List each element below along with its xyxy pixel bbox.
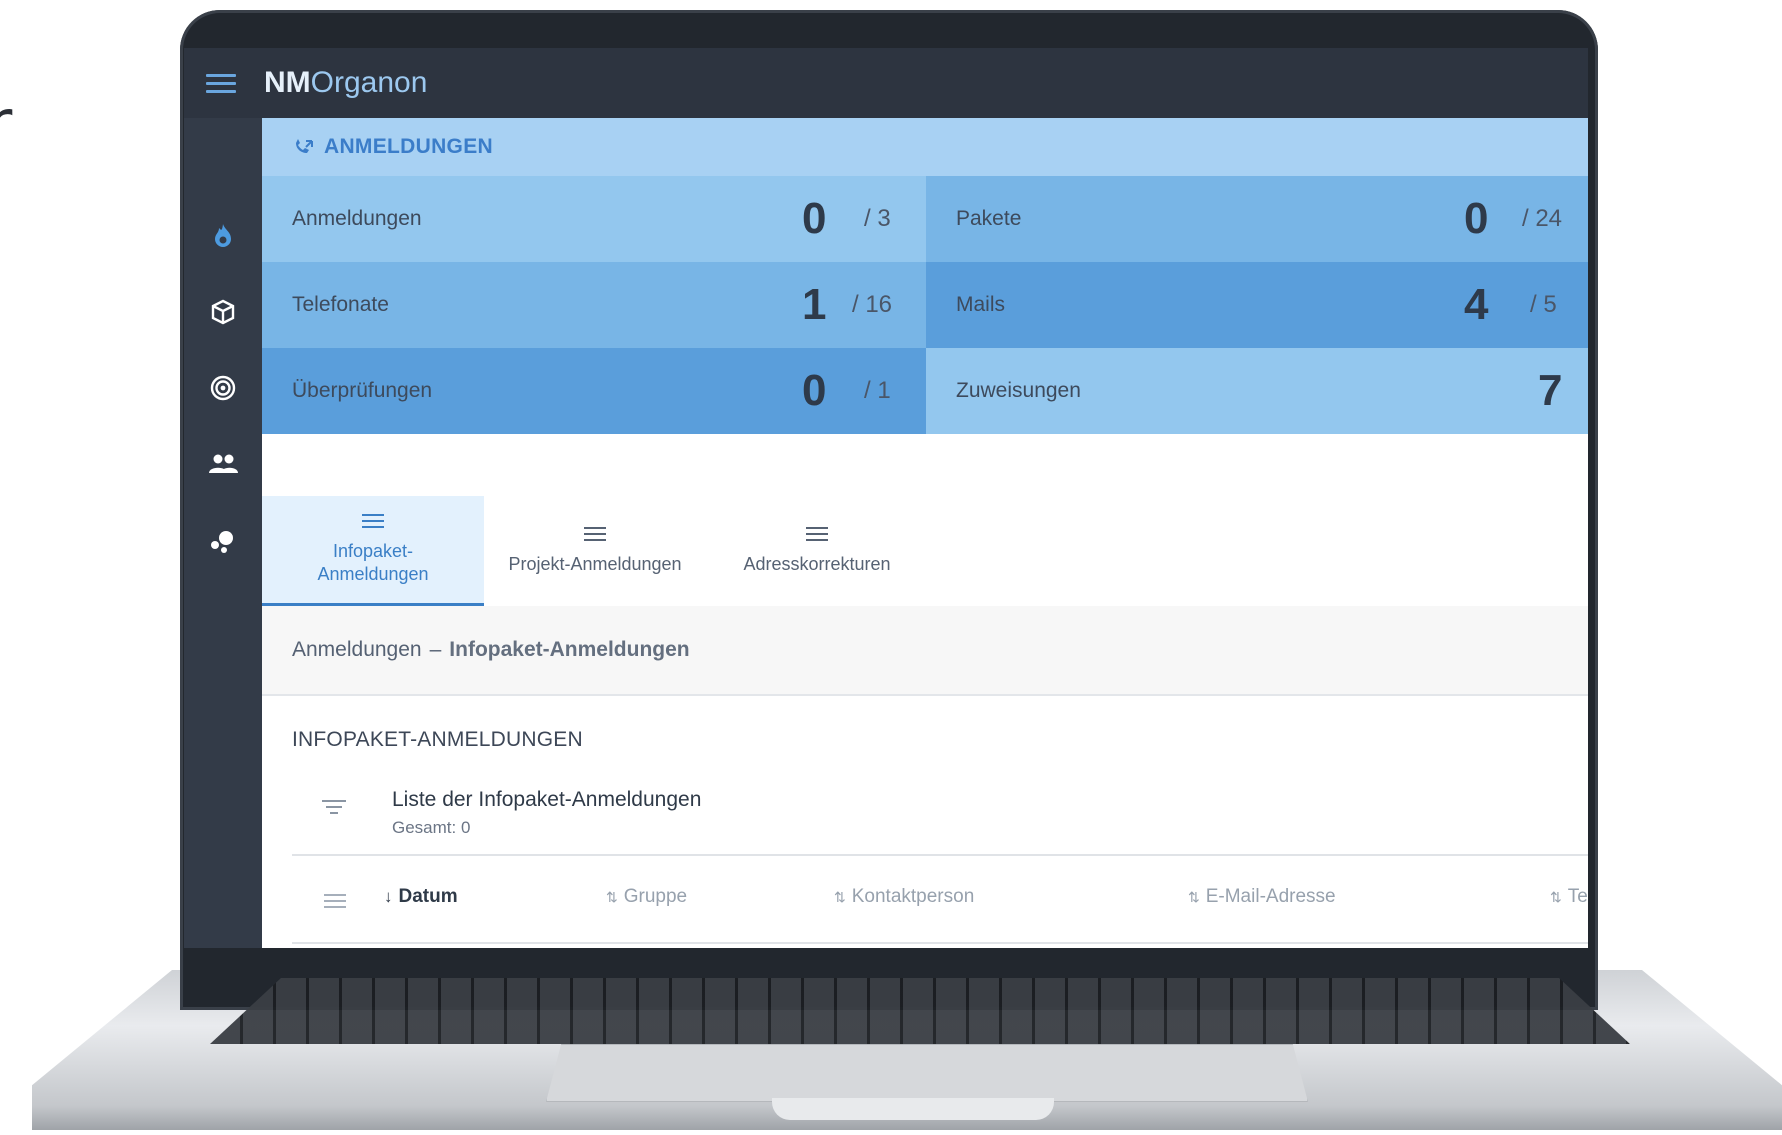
sort-icon: ⇅ (1550, 889, 1562, 905)
list-title: Liste der Infopaket-Anmeldungen (392, 788, 702, 811)
tab-label: Adresskorrekturen (743, 553, 891, 574)
tab-adresskorrekturen[interactable]: Adresskorrekturen (706, 496, 928, 606)
stat-label: Pakete (956, 207, 1022, 230)
stat-count: 0 (802, 194, 827, 243)
brand-rest: Organon (310, 66, 428, 99)
column-header-kontaktperson[interactable]: ⇅ Kontaktperson (834, 886, 974, 908)
breadcrumb-current: Infopaket-Anmeldungen (449, 638, 690, 661)
stat-tile-ueberpruefungen[interactable]: Überprüfungen 0 / 1 (262, 348, 926, 434)
list-header: Liste der Infopaket-Anmeldungen Gesamt: … (292, 768, 1588, 856)
stat-label: Telefonate (292, 293, 389, 316)
stat-count: 1 (802, 280, 827, 329)
stat-total: / 5 (1530, 291, 1557, 318)
column-label: Gruppe (623, 886, 688, 907)
breadcrumb: Anmeldungen – Infopaket-Anmeldungen (262, 606, 1588, 696)
tab-label: Infopaket- Anmeldungen (317, 541, 429, 584)
column-label: Datum (398, 886, 458, 907)
tab-infopaket-anmeldungen[interactable]: Infopaket- Anmeldungen (262, 496, 484, 606)
app-brand[interactable]: NMOrganon (264, 66, 427, 100)
tab-label: Projekt-Anmeldungen (508, 553, 682, 574)
stat-count: 0 (802, 366, 827, 415)
bubbles-icon (211, 531, 233, 553)
panel-title: INFOPAKET-ANMELDUNGEN (292, 728, 583, 751)
laptop-keyboard (210, 978, 1630, 1044)
section-title: ANMELDUNGEN (324, 135, 493, 158)
column-header-gruppe[interactable]: ⇅ Gruppe (606, 886, 687, 908)
phone-icon (296, 139, 313, 153)
list-icon (584, 526, 606, 541)
sidebar-item-bubbles[interactable] (184, 512, 262, 572)
top-bar: NMOrganon (184, 48, 1588, 118)
stat-tile-pakete[interactable]: Pakete 0 / 24 (926, 176, 1588, 262)
list-icon (806, 526, 828, 541)
target-icon (210, 375, 236, 401)
main-content: ANMELDUNGEN Anmeldungen 0 / 3 Pakete 0 /… (262, 118, 1588, 948)
stat-total: / 1 (864, 377, 891, 404)
stat-label: Zuweisungen (956, 379, 1081, 402)
stat-label: Anmeldungen (292, 207, 422, 230)
tab-projekt-anmeldungen[interactable]: Projekt-Anmeldungen (484, 496, 706, 606)
sort-icon: ⇅ (834, 889, 846, 905)
stat-total: / 16 (852, 291, 893, 318)
laptop-notch (772, 1098, 1054, 1120)
list-total: Gesamt: 0 (392, 818, 471, 837)
flame-icon (215, 224, 231, 247)
stat-tile-telefonate[interactable]: Telefonate 1 / 16 (262, 262, 926, 348)
hamburger-menu-icon[interactable] (206, 73, 236, 93)
stat-tile-mails[interactable]: Mails 4 / 5 (926, 262, 1588, 348)
stat-tile-zuweisungen[interactable]: Zuweisungen 7 (926, 348, 1588, 434)
stat-count: 4 (1464, 280, 1489, 329)
sort-desc-icon: ↓ (384, 887, 393, 906)
stat-count: 0 (1464, 194, 1489, 243)
sidebar (184, 118, 262, 948)
sidebar-item-flame[interactable] (184, 206, 262, 266)
column-header-telefon[interactable]: ⇅ Te (1550, 886, 1588, 908)
column-header-email[interactable]: ⇅ E-Mail-Adresse (1188, 886, 1336, 908)
sidebar-item-target[interactable] (184, 358, 262, 418)
laptop-trackpad (546, 1044, 1308, 1102)
filter-icon[interactable] (322, 800, 346, 814)
sort-icon: ⇅ (606, 889, 618, 905)
stat-count: 7 (1538, 366, 1563, 415)
package-icon (211, 299, 235, 325)
stat-label: Mails (956, 293, 1006, 316)
sort-icon: ⇅ (1188, 889, 1200, 905)
stat-total: / 24 (1522, 205, 1563, 232)
column-header-datum[interactable]: ↓ Datum (384, 886, 458, 908)
stat-tile-anmeldungen[interactable]: Anmeldungen 0 / 3 (262, 176, 926, 262)
column-menu-icon[interactable] (324, 894, 346, 908)
breadcrumb-separator: – (429, 638, 442, 661)
stat-label: Überprüfungen (292, 379, 433, 402)
sidebar-item-package[interactable] (184, 282, 262, 342)
breadcrumb-parent[interactable]: Anmeldungen (292, 638, 422, 662)
sidebar-item-users[interactable] (184, 434, 262, 494)
table-header: ↓ Datum ⇅ Gruppe ⇅ Kontaktperson ⇅ E-Mail-Ad… (292, 856, 1588, 944)
column-label: Te (1567, 886, 1588, 907)
tab-bar: Infopaket- Anmeldungen Projekt-Anmeldung… (262, 496, 1588, 608)
brand-bold: NM (264, 66, 311, 99)
users-icon (209, 454, 238, 473)
edge-text-fragment: r (0, 92, 12, 156)
app-screen: NMOrganon ANMELDUNGEN Anmeldungen 0 / 3 … (184, 48, 1588, 948)
stat-total: / 3 (864, 205, 891, 232)
list-icon (362, 514, 384, 528)
section-header: ANMELDUNGEN (262, 118, 1588, 176)
column-label: Kontaktperson (851, 886, 975, 907)
column-label: E-Mail-Adresse (1205, 886, 1336, 907)
